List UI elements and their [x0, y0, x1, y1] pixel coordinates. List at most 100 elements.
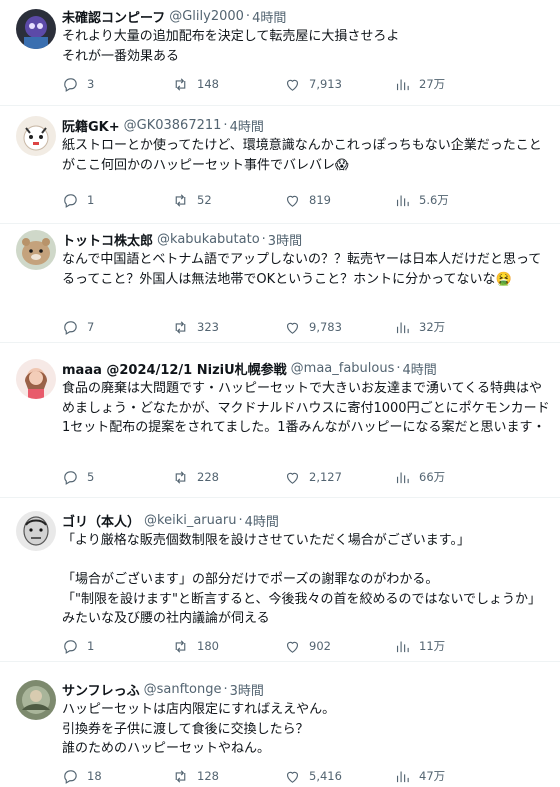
author-handle[interactable]: @kabukabutato	[157, 232, 260, 247]
views-button[interactable]: 66万	[394, 469, 494, 486]
views-button[interactable]: 11万	[394, 638, 494, 655]
tweet[interactable]: トットコ株太郎 @kabukabutato · 3時間 なんで中国語とベトナム語…	[0, 224, 560, 343]
reply-icon	[64, 77, 77, 92]
reply-button[interactable]: 1	[62, 638, 172, 655]
reply-button[interactable]: 3	[62, 76, 172, 93]
views-icon	[396, 472, 409, 483]
author-handle[interactable]: @GK03867211	[124, 118, 222, 133]
author-name[interactable]: 阮籍GK+	[62, 116, 120, 135]
author-handle[interactable]: @maa_fabulous	[291, 361, 395, 376]
retweet-count: 228	[197, 470, 219, 484]
timestamp[interactable]: 4時間	[230, 116, 264, 135]
like-button[interactable]: 9,783	[284, 319, 394, 336]
author-handle[interactable]: @sanftonge	[144, 682, 222, 697]
tweet[interactable]: maaa @2024/12/1 NiziU札幌参戦 @maa_fabulous …	[0, 343, 560, 498]
views-button[interactable]: 47万	[394, 768, 494, 785]
reply-count: 18	[87, 769, 102, 783]
timestamp[interactable]: 3時間	[268, 230, 302, 249]
like-button[interactable]: 5,416	[284, 768, 394, 785]
author-name[interactable]: ゴリ（本人）	[62, 511, 140, 530]
author-name[interactable]: maaa @2024/12/1 NiziU札幌参戦	[62, 359, 287, 378]
views-button[interactable]: 27万	[394, 76, 494, 93]
avatar[interactable]	[16, 511, 56, 551]
view-count: 47万	[419, 769, 446, 783]
avatar[interactable]	[16, 230, 56, 270]
views-icon	[396, 641, 409, 652]
like-button[interactable]: 902	[284, 638, 394, 655]
timestamp[interactable]: 4時間	[252, 7, 286, 26]
author-name[interactable]: サンフレっふ	[62, 680, 140, 699]
reply-icon	[64, 639, 77, 654]
like-count: 902	[309, 639, 331, 653]
view-count: 66万	[419, 470, 446, 484]
tweet-actions: 3 148 7,913 27万	[62, 74, 542, 94]
reply-icon	[64, 193, 77, 208]
reply-button[interactable]: 7	[62, 319, 172, 336]
retweet-button[interactable]: 128	[172, 768, 284, 785]
avatar[interactable]	[16, 359, 56, 399]
tweet-actions: 1 52 819 5.6万	[62, 190, 542, 210]
retweet-icon	[175, 77, 186, 91]
retweet-count: 128	[197, 769, 219, 783]
tweet[interactable]: ゴリ（本人） @keiki_aruaru · 4時間 「より厳格な販売個数制限を…	[0, 498, 560, 662]
reply-count: 1	[87, 193, 95, 207]
like-button[interactable]: 819	[284, 192, 394, 209]
retweet-count: 180	[197, 639, 219, 653]
tweet-text: ハッピーセットは店内限定にすればええやん。 引換券を子供に渡して食後に交換したら…	[62, 702, 336, 756]
tweet[interactable]: サンフレっふ @sanftonge · 3時間 ハッピーセットは店内限定にすれば…	[0, 662, 560, 787]
retweet-icon	[175, 193, 186, 207]
retweet-button[interactable]: 180	[172, 638, 284, 655]
tweet[interactable]: 阮籍GK+ @GK03867211 · 4時間 紙ストローとか使ってたけど、環境…	[0, 106, 560, 224]
reply-icon	[64, 769, 77, 784]
author-name[interactable]: トットコ株太郎	[62, 230, 153, 249]
timestamp[interactable]: 3時間	[230, 680, 264, 699]
reply-icon	[64, 470, 77, 485]
view-count: 32万	[419, 320, 446, 334]
views-button[interactable]: 32万	[394, 319, 494, 336]
reply-count: 1	[87, 639, 95, 653]
retweet-icon	[175, 639, 186, 653]
views-button[interactable]: 5.6万	[394, 192, 494, 209]
like-count: 2,127	[309, 470, 342, 484]
like-icon	[286, 472, 299, 484]
view-count: 5.6万	[419, 193, 449, 207]
retweet-count: 148	[197, 77, 219, 91]
author-handle[interactable]: @keiki_aruaru	[144, 513, 236, 528]
retweet-button[interactable]: 228	[172, 469, 284, 486]
tweet-text-body: なんで中国語とベトナム語でアップしないの？？転売ヤーは日本人だけだと思ってるって…	[62, 252, 542, 287]
author-handle[interactable]: @Glily2000	[169, 9, 244, 24]
reply-icon	[64, 320, 77, 335]
avatar[interactable]	[16, 9, 56, 49]
author-name[interactable]: 未確認コンピーフ	[62, 7, 165, 26]
retweet-button[interactable]: 323	[172, 319, 284, 336]
tweet-text-body: 紙ストローとか使ってたけど、環境意識なんかこれっぽっちもない企業だったことがここ…	[62, 138, 542, 173]
tweet-actions: 1 180 902 11万	[62, 636, 542, 656]
emoji: 🤮	[495, 271, 512, 287]
retweet-count: 323	[197, 320, 219, 334]
avatar[interactable]	[16, 680, 56, 720]
view-count: 11万	[419, 639, 446, 653]
tweet[interactable]: 未確認コンピーフ @Glily2000 · 4時間 それより大量の追加配布を決定…	[0, 0, 560, 106]
like-icon	[286, 195, 299, 207]
timestamp[interactable]: 4時間	[245, 511, 279, 530]
like-count: 819	[309, 193, 331, 207]
like-button[interactable]: 2,127	[284, 469, 394, 486]
like-button[interactable]: 7,913	[284, 76, 394, 93]
tweet-text: 「より厳格な販売個数制限を設けさせていただく場合がございます。」 「場合がござい…	[62, 533, 542, 626]
view-count: 27万	[419, 77, 446, 91]
reply-button[interactable]: 18	[62, 768, 172, 785]
reply-button[interactable]: 1	[62, 192, 172, 209]
emoji: 😱	[335, 157, 349, 173]
like-icon	[286, 79, 299, 91]
reply-button[interactable]: 5	[62, 469, 172, 486]
reply-count: 7	[87, 320, 95, 334]
tweet-text: 紙ストローとか使ってたけど、環境意識なんかこれっぽっちもない企業だったことがここ…	[62, 136, 552, 175]
retweet-button[interactable]: 52	[172, 192, 284, 209]
reply-count: 5	[87, 470, 95, 484]
avatar[interactable]	[16, 116, 56, 156]
retweet-button[interactable]: 148	[172, 76, 284, 93]
tweet-actions: 18 128 5,416 47万	[62, 766, 542, 786]
timeline-feed: 未確認コンピーフ @Glily2000 · 4時間 それより大量の追加配布を決定…	[0, 0, 560, 787]
views-icon	[396, 771, 409, 782]
timestamp[interactable]: 4時間	[403, 359, 437, 378]
